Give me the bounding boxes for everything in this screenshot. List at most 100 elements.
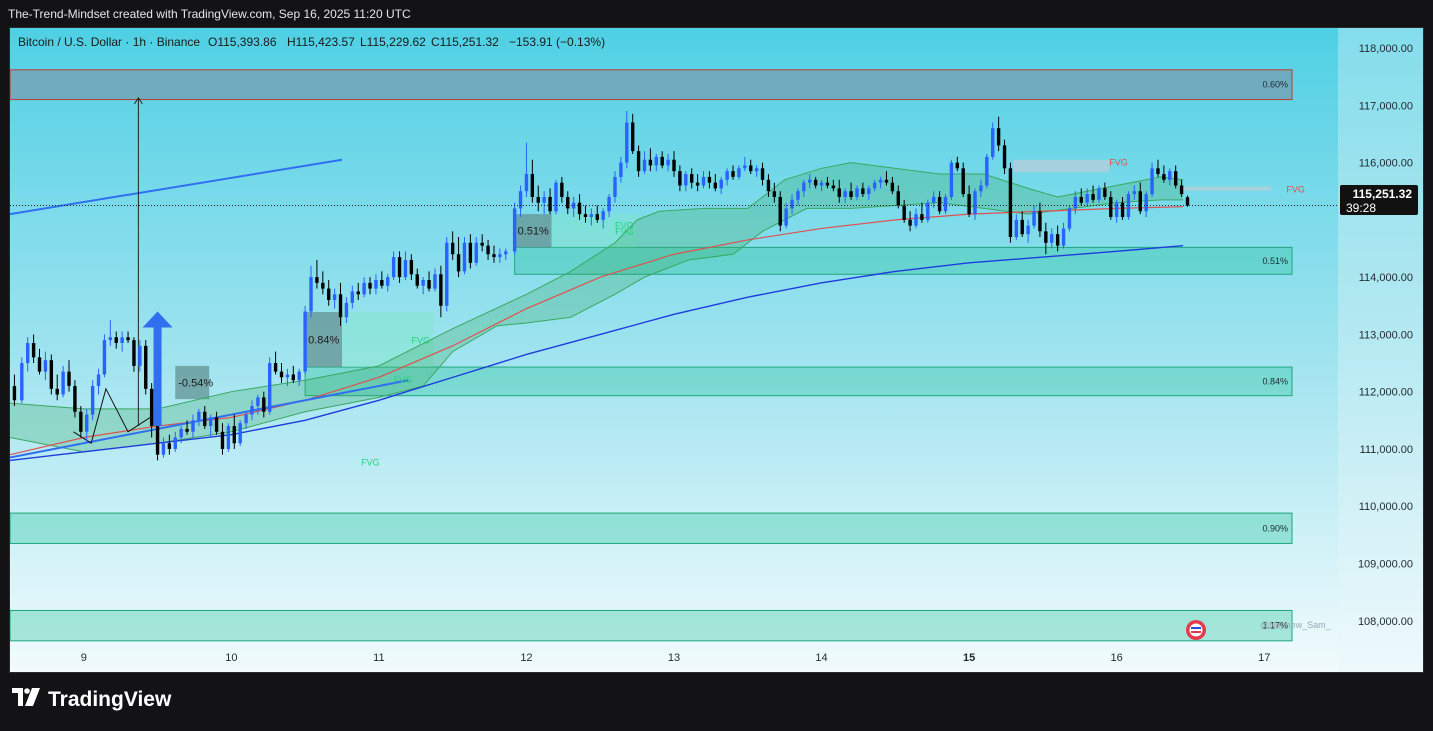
candle-body	[149, 388, 154, 427]
candle-body	[498, 254, 502, 258]
fvg-measure-label: -0.54%	[178, 378, 213, 390]
candle-body	[61, 371, 65, 395]
price-chart[interactable]: 0.60%0.51%0.84%0.90%1.17%0.51%0.84%-0.54…	[10, 28, 1423, 672]
candle-body	[439, 274, 443, 306]
candle-body	[902, 205, 906, 220]
candle-body	[577, 202, 582, 215]
candle-body	[861, 188, 865, 195]
candle-body	[108, 337, 113, 341]
symbol-label: Bitcoin / U.S. Dollar · 1h · Binance	[18, 35, 200, 49]
candle-body	[937, 196, 942, 212]
candle-body	[232, 426, 236, 444]
candle-body	[1109, 196, 1113, 217]
candle-body	[291, 374, 296, 381]
ohlc-low: L115,229.62	[360, 35, 426, 49]
candle-body	[409, 259, 414, 275]
y-tick-label: 111,000.00	[1360, 444, 1413, 456]
candle-body	[973, 191, 977, 215]
candle-body	[362, 282, 366, 295]
candle-body	[1156, 168, 1160, 175]
candle-body	[267, 363, 272, 412]
candle-body	[1179, 185, 1184, 195]
candle-body	[796, 191, 800, 200]
candle-body	[1150, 168, 1154, 195]
candle-body	[285, 374, 290, 378]
candle-body	[321, 282, 325, 289]
candle-body	[1073, 196, 1078, 209]
chart-frame[interactable]: 0.60% 0.51% 0.84% 0.90% 1.17% 0.51% 0.84% -0.54…	[9, 27, 1424, 673]
fvg-box-tag: FVG	[411, 336, 430, 346]
candle-body	[120, 337, 124, 343]
candle-body	[114, 337, 118, 343]
candle-body	[73, 385, 77, 412]
candle-body	[155, 426, 160, 455]
candle-body	[908, 219, 912, 226]
candle-body	[415, 274, 419, 286]
candle-body	[825, 182, 830, 186]
candle-body	[772, 191, 777, 197]
candle-body	[96, 374, 101, 386]
candle-body	[949, 162, 954, 197]
x-tick-label: 14	[815, 652, 827, 664]
tradingview-logo-icon	[12, 688, 42, 712]
candle-body	[421, 280, 425, 286]
candle-body	[760, 168, 765, 180]
candle-body	[920, 214, 924, 220]
candle-body	[536, 196, 540, 203]
candle-body	[619, 162, 623, 177]
candle-body	[613, 176, 617, 197]
candle-body	[636, 151, 641, 172]
candle-body	[749, 165, 753, 172]
candle-body	[1002, 145, 1007, 169]
candle-body	[684, 174, 688, 186]
candle-body	[1079, 196, 1083, 203]
tradingview-brand[interactable]: TradingView	[12, 688, 171, 712]
candle-body	[819, 182, 824, 186]
candle-body	[778, 196, 782, 226]
candle-body	[1067, 208, 1072, 229]
x-tick-label: 11	[373, 652, 384, 664]
candle-body	[1168, 171, 1172, 180]
x-tick-label: 17	[1258, 652, 1270, 664]
candle-body	[878, 179, 883, 183]
candle-body	[132, 340, 136, 366]
candle-body	[690, 174, 694, 183]
candle-body	[896, 191, 900, 206]
candle-body	[754, 168, 759, 172]
candle-body	[191, 420, 195, 432]
ohlc-close: C115,251.32	[431, 35, 499, 49]
candle-body	[327, 288, 331, 301]
candle-body	[238, 423, 242, 444]
candle-body	[138, 345, 142, 366]
candle-body	[1026, 225, 1030, 235]
price-zone-label: 0.90%	[1262, 523, 1288, 533]
candle-body	[297, 371, 301, 381]
candle-body	[943, 196, 948, 212]
candle-body	[462, 242, 467, 272]
candle-body	[855, 188, 859, 197]
candle-body	[350, 291, 355, 303]
y-tick-label: 109,000.00	[1358, 559, 1413, 571]
candle-body	[790, 199, 794, 209]
candle-body	[630, 122, 635, 152]
candle-body	[967, 194, 971, 215]
candle-body	[1132, 191, 1137, 195]
candle-body	[427, 280, 431, 289]
candle-body	[654, 156, 658, 166]
candle-body	[226, 426, 231, 449]
candle-body	[666, 159, 670, 166]
candle-body	[380, 280, 384, 286]
candle-body	[560, 182, 564, 197]
candle-body	[55, 388, 59, 395]
resistance-fvg-1	[1183, 186, 1272, 191]
candle-body	[548, 196, 552, 212]
candle-body	[867, 188, 871, 195]
candle-body	[625, 122, 629, 163]
candle-body	[338, 294, 343, 318]
candle-body	[1185, 197, 1190, 206]
candle-body	[1008, 168, 1013, 238]
candle-body	[931, 196, 936, 203]
candle-body	[20, 363, 24, 401]
candle-body	[1144, 194, 1148, 212]
candle-body	[1055, 234, 1060, 246]
